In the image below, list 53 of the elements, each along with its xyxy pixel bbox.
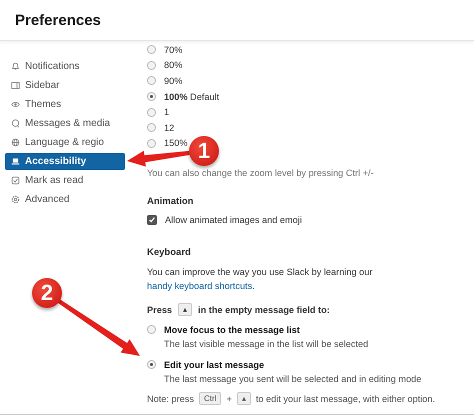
option-title[interactable]: Edit your last message xyxy=(164,358,422,372)
keyboard-description: You can improve the way you use Slack by learning our xyxy=(147,267,372,278)
radio-button[interactable] xyxy=(147,123,156,132)
radio-button[interactable] xyxy=(147,360,156,370)
radio-button[interactable] xyxy=(147,76,156,86)
note-text: Note: press xyxy=(147,394,194,404)
laptop-icon xyxy=(11,157,20,166)
press-label: Press xyxy=(147,304,172,315)
zoom-option[interactable]: 90% xyxy=(164,76,182,86)
sidebar-item[interactable]: Sidebar xyxy=(5,77,125,94)
key-cap: Ctrl xyxy=(198,392,222,406)
zoom-option[interactable]: 1 xyxy=(164,107,170,118)
sidebar-icon xyxy=(11,81,20,90)
option-description: The last message you sent will be selected and in editing mode xyxy=(164,373,422,386)
zoom-option[interactable]: 80% xyxy=(164,60,182,70)
shortcuts-link[interactable]: handy keyboard shortcuts. xyxy=(147,281,255,292)
note-text: to edit your last message, with either option. xyxy=(256,394,436,404)
animation-option[interactable]: Allow animated images and emoji xyxy=(147,215,436,226)
radio-button[interactable] xyxy=(147,325,156,334)
key-cap: ▴ xyxy=(178,303,192,316)
key-cap: ▴ xyxy=(236,392,251,406)
sidebar-item[interactable]: Messages & media xyxy=(5,115,125,132)
sidebar-item[interactable]: Themes xyxy=(5,96,125,113)
radio-button[interactable] xyxy=(147,138,156,148)
option-title[interactable]: Move focus to the message list xyxy=(164,323,368,338)
radio-button[interactable] xyxy=(147,108,156,117)
radio-button[interactable] xyxy=(147,60,156,70)
zoom-option[interactable]: 150% xyxy=(164,138,188,148)
section-heading: Keyboard xyxy=(147,247,192,258)
radio-button[interactable] xyxy=(147,92,156,102)
zoom-hint: You can also change the zoom level by pressing Ctrl +/- xyxy=(147,168,375,178)
gear-icon xyxy=(11,195,20,204)
option-description: The last visible message in the list will be selected xyxy=(164,338,368,352)
section-heading: Animation xyxy=(147,196,194,208)
eye-icon xyxy=(11,100,20,109)
press-suffix: in the empty message field to: xyxy=(198,304,330,315)
check-icon xyxy=(11,176,20,185)
zoom-option[interactable]: 70% xyxy=(164,44,182,55)
zoom-option[interactable]: 12 xyxy=(164,122,174,133)
plus-sign: + xyxy=(226,394,232,404)
radio-button[interactable] xyxy=(147,45,156,54)
sidebar-item[interactable]: Notifications xyxy=(5,58,125,75)
callout-number: 1 xyxy=(189,136,219,166)
bell-icon xyxy=(11,62,20,71)
checkbox[interactable] xyxy=(147,215,157,226)
zoom-option[interactable]: 100% Default xyxy=(164,92,220,102)
callout-number: 2 xyxy=(32,278,62,308)
sidebar-item[interactable]: Mark as read xyxy=(5,172,125,189)
sidebar-item[interactable]: Accessibility xyxy=(5,153,125,170)
window-title: Preferences xyxy=(15,12,101,28)
globe-icon xyxy=(11,138,20,147)
sidebar-item[interactable]: Advanced xyxy=(5,191,125,208)
sidebar-item[interactable]: Language & regio xyxy=(5,134,125,151)
